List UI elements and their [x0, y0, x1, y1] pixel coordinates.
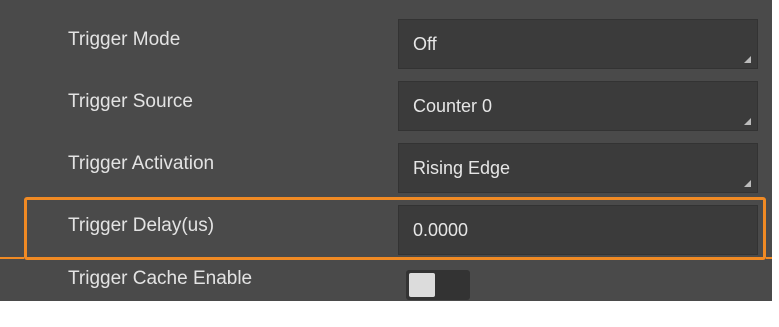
trigger-cache-enable-row: Trigger Cache Enable: [0, 254, 772, 301]
toggle-knob: [409, 273, 435, 297]
trigger-settings-panel: Trigger Mode Off Trigger Source Counter …: [0, 0, 772, 301]
trigger-delay-label: Trigger Delay(us): [68, 215, 215, 236]
trigger-source-label: Trigger Source: [68, 91, 193, 112]
dropdown-corner-arrow-icon: [744, 56, 751, 63]
trigger-mode-dropdown[interactable]: Off: [398, 19, 758, 69]
dropdown-corner-arrow-icon: [744, 180, 751, 187]
highlight-divider-left: [0, 257, 24, 259]
dropdown-corner-arrow-icon: [744, 118, 751, 125]
trigger-delay-input[interactable]: 0.0000: [398, 205, 758, 255]
trigger-cache-enable-label: Trigger Cache Enable: [68, 268, 253, 289]
trigger-source-dropdown[interactable]: Counter 0: [398, 81, 758, 131]
trigger-activation-value: Rising Edge: [413, 158, 511, 178]
trigger-cache-enable-toggle[interactable]: [406, 270, 470, 300]
trigger-delay-row: Trigger Delay(us) 0.0000: [0, 194, 772, 258]
trigger-delay-value: 0.0000: [413, 220, 469, 240]
trigger-activation-label: Trigger Activation: [68, 153, 215, 174]
trigger-source-value: Counter 0: [413, 96, 493, 116]
trigger-activation-dropdown[interactable]: Rising Edge: [398, 143, 758, 193]
highlight-divider-right: [766, 257, 772, 259]
trigger-mode-label: Trigger Mode: [68, 29, 181, 50]
trigger-activation-row: Trigger Activation Rising Edge: [0, 132, 772, 196]
trigger-source-row: Trigger Source Counter 0: [0, 70, 772, 134]
trigger-mode-row: Trigger Mode Off: [0, 8, 772, 72]
trigger-mode-value: Off: [413, 34, 437, 54]
